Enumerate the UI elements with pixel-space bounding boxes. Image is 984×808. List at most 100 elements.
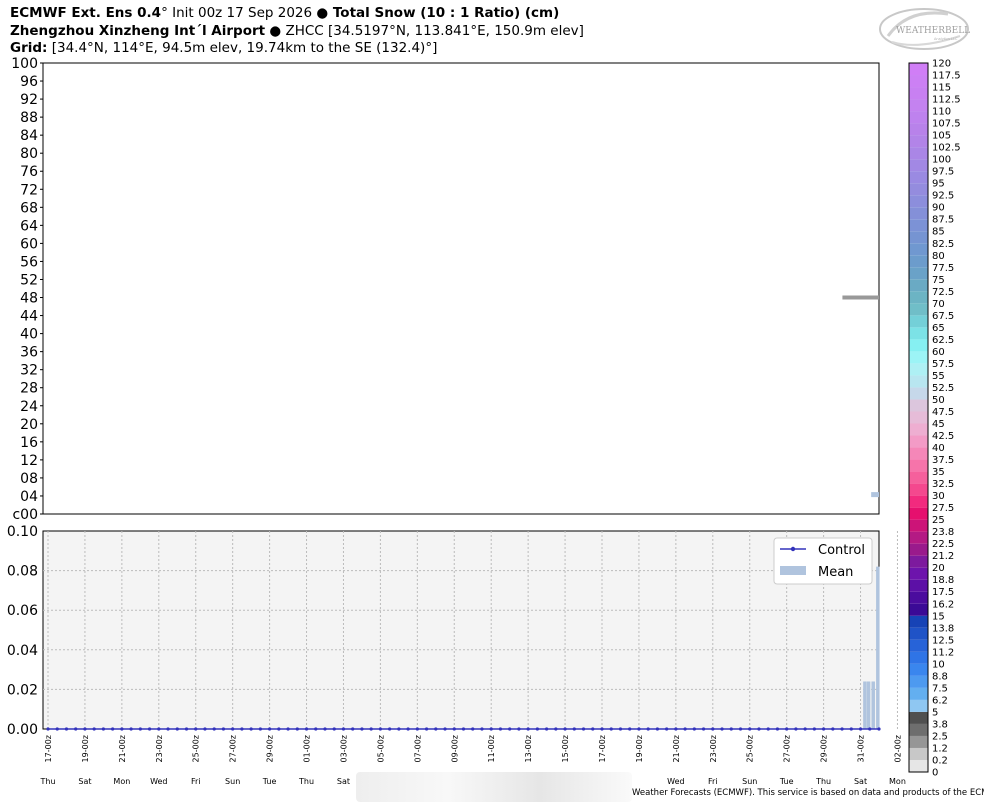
- colorbar-label: 22.5: [932, 539, 954, 550]
- colorbar-segment: [909, 291, 928, 304]
- data-attribution: Weather Forecasts (ECMWF). This service …: [632, 788, 984, 798]
- control-point: [360, 727, 364, 731]
- colorbar-segment: [909, 759, 928, 772]
- colorbar-label: 97.5: [932, 167, 954, 178]
- colorbar-label: 0: [932, 768, 938, 779]
- control-point: [175, 727, 179, 731]
- control-point: [831, 727, 835, 731]
- x-day-label: Tue: [262, 777, 277, 786]
- lower-plot-area: [42, 530, 880, 730]
- control-point: [74, 727, 78, 731]
- colorbar-label: 3.8: [932, 719, 948, 730]
- colorbar-segment: [909, 459, 928, 472]
- colorbar-label: 12.5: [932, 635, 954, 646]
- colorbar-segment: [909, 651, 928, 664]
- x-tick-label: 31-00z: [857, 735, 866, 762]
- control-point: [628, 727, 632, 731]
- colorbar-segment: [909, 75, 928, 88]
- x-day-label: Wed: [667, 777, 684, 786]
- control-point: [231, 727, 235, 731]
- upper-plot-area: [42, 62, 880, 515]
- colorbar-label: 105: [932, 131, 951, 142]
- lower-y-tick-label: 0.08: [7, 564, 38, 580]
- colorbar-label: 5: [932, 707, 938, 718]
- control-point: [545, 727, 549, 731]
- control-point: [406, 727, 410, 731]
- control-point: [526, 727, 530, 731]
- control-point: [812, 727, 816, 731]
- control-point: [609, 727, 613, 731]
- lower-y-tick-label: 0.04: [7, 643, 38, 659]
- colorbar-label: 32.5: [932, 479, 954, 490]
- colorbar-segment: [909, 603, 928, 616]
- colorbar-label: 37.5: [932, 455, 954, 466]
- colorbar-label: 62.5: [932, 335, 954, 346]
- colorbar-label: 90: [932, 203, 945, 214]
- control-point: [489, 727, 493, 731]
- colorbar-label: 52.5: [932, 383, 954, 394]
- colorbar-segment: [909, 327, 928, 340]
- colorbar-label: 13.8: [932, 623, 954, 634]
- control-point: [295, 727, 299, 731]
- control-point: [46, 727, 50, 731]
- colorbar-segment: [909, 735, 928, 748]
- colorbar-label: 70: [932, 299, 945, 310]
- colorbar-label: 17.5: [932, 587, 954, 598]
- colorbar-segment: [909, 171, 928, 184]
- control-point: [221, 727, 226, 731]
- x-tick-label: 02-00z: [893, 735, 902, 762]
- control-point: [748, 727, 752, 731]
- upper-y-tick-label: 36: [20, 345, 38, 361]
- control-point: [711, 727, 715, 731]
- colorbar-label: 107.5: [932, 119, 961, 130]
- colorbar-label: 100: [932, 155, 951, 166]
- x-tick-label: 29-00z: [266, 735, 275, 762]
- upper-y-tick-label: 04: [20, 489, 38, 505]
- colorbar-label: 2.5: [932, 731, 948, 742]
- upper-y-tick-label: 24: [20, 399, 38, 415]
- colorbar-segment: [909, 255, 928, 268]
- colorbar-segment: [909, 579, 928, 592]
- colorbar-label: 25: [932, 515, 945, 526]
- control-point: [572, 727, 576, 731]
- upper-y-tick-label: 16: [20, 435, 38, 451]
- colorbar-label: 92.5: [932, 191, 954, 202]
- x-tick-label: 27-00z: [229, 735, 238, 762]
- control-point: [166, 727, 170, 731]
- x-tick-label: 07-00z: [413, 735, 422, 762]
- colorbar-label: 55: [932, 371, 945, 382]
- colorbar-label: 95: [932, 179, 945, 190]
- x-day-label: Tue: [779, 777, 794, 786]
- colorbar-segment: [909, 483, 928, 496]
- x-tick-label: 27-00z: [783, 735, 792, 762]
- control-point: [738, 727, 743, 731]
- control-point: [840, 727, 844, 731]
- control-point: [692, 727, 696, 731]
- x-tick-label: 13-00z: [524, 735, 533, 762]
- control-point: [618, 727, 623, 731]
- colorbar-segment: [909, 723, 928, 736]
- colorbar-segment: [909, 639, 928, 652]
- colorbar-segment: [909, 411, 928, 424]
- x-day-label: Mon: [889, 777, 906, 786]
- colorbar-segment: [909, 159, 928, 172]
- colorbar-label: 45: [932, 419, 945, 430]
- control-point: [268, 727, 272, 731]
- colorbar-label: 7.5: [932, 683, 948, 694]
- control-point: [240, 727, 244, 731]
- colorbar-segment: [909, 591, 928, 604]
- x-day-label: Sat: [337, 777, 350, 786]
- colorbar-segment: [909, 435, 928, 448]
- upper-y-tick-label: 28: [20, 381, 38, 397]
- control-point: [64, 727, 69, 731]
- control-point: [729, 727, 733, 731]
- control-point: [665, 727, 669, 731]
- mean-bar: [866, 681, 871, 729]
- x-day-label: Thu: [815, 777, 831, 786]
- colorbar-label: 15: [932, 611, 945, 622]
- upper-y-tick-label: 20: [20, 417, 38, 433]
- control-point: [194, 727, 198, 731]
- colorbar-label: 35: [932, 467, 945, 478]
- control-point: [498, 727, 503, 731]
- control-point: [314, 727, 318, 731]
